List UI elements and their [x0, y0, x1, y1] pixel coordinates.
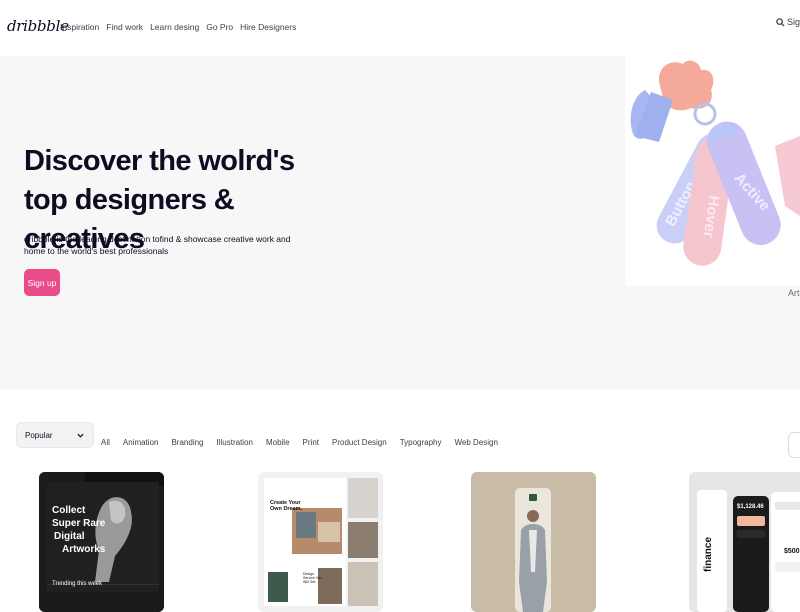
filters-button[interactable] — [788, 432, 800, 458]
shot-title-line: Artworks — [62, 544, 106, 555]
shot-card[interactable]: Create Your Own Dream. Design Service Yo… — [258, 472, 383, 612]
shot-title-line: Super Rare — [52, 518, 106, 529]
category-illustration[interactable]: Illustration — [217, 438, 253, 447]
shot-title-line: Collect — [52, 505, 86, 516]
category-product-design[interactable]: Product Design — [332, 438, 387, 447]
shot-thumbnail — [471, 472, 596, 612]
category-typography[interactable]: Typography — [400, 438, 442, 447]
shot-caption: Design Service You Will Get. — [303, 572, 322, 584]
nav-go-pro[interactable]: Go Pro — [206, 22, 233, 32]
shot-card[interactable] — [471, 472, 596, 612]
category-web-design[interactable]: Web Design — [455, 438, 498, 447]
category-branding[interactable]: Branding — [171, 438, 203, 447]
shot-title-line: Own Dream. — [270, 506, 303, 512]
art-caption[interactable]: Art — [788, 288, 800, 298]
site-header: dribbble Inspiration Find work Learn des… — [0, 0, 800, 56]
search-icon[interactable] — [776, 17, 785, 27]
shot-card[interactable]: Collect Super Rare Digital Artworks Tren… — [39, 472, 164, 612]
hero-illustration: Button Hover Active — [625, 56, 800, 286]
sort-selected-value: Popular — [25, 430, 53, 440]
finance-brand: finance — [703, 536, 714, 572]
hero-subtitle: dribbble is the leading destination tofi… — [24, 234, 291, 256]
main-nav: Inspiration Find work Learn desing Go Pr… — [60, 22, 296, 32]
sign-in-link[interactable]: Sign — [787, 17, 800, 27]
nav-hire-designers[interactable]: Hire Designers — [240, 22, 296, 32]
nav-find-work[interactable]: Find work — [106, 22, 143, 32]
header-actions: Sign — [776, 17, 800, 27]
shot-caption: Trending this week — [52, 581, 103, 587]
category-animation[interactable]: Animation — [123, 438, 159, 447]
finance-amount: $1,128.46 — [737, 504, 764, 510]
category-tabs: All Animation Branding Illustration Mobi… — [101, 438, 511, 447]
shot-title-line: Digital — [54, 531, 85, 542]
shot-thumbnail — [258, 472, 383, 612]
shot-card[interactable]: finance $1,128.46 $500 — [689, 472, 800, 612]
category-print[interactable]: Print — [303, 438, 319, 447]
category-all[interactable]: All — [101, 438, 110, 447]
sign-up-button[interactable]: Sign up — [24, 269, 60, 296]
sort-select[interactable]: Popular — [16, 422, 94, 448]
hero-section: Discover the wolrd's top designers & cre… — [0, 56, 800, 390]
category-mobile[interactable]: Mobile — [266, 438, 290, 447]
finance-amount-secondary: $500 — [784, 548, 800, 555]
chevron-down-icon — [77, 433, 84, 438]
nav-learn-design[interactable]: Learn desing — [150, 22, 199, 32]
nav-inspiration[interactable]: Inspiration — [60, 22, 99, 32]
